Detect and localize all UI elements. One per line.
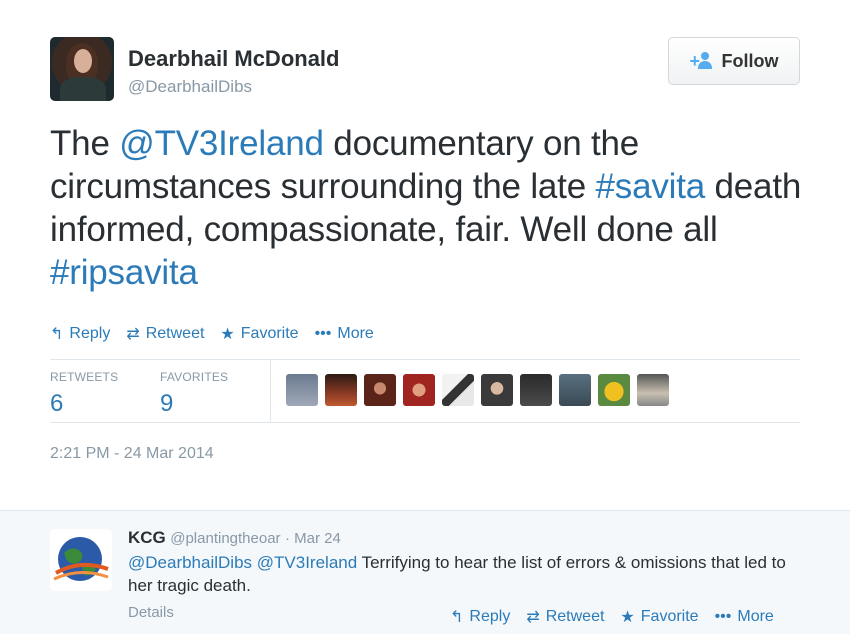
more-label: More [737, 608, 774, 625]
retweets-count: 6 [50, 390, 64, 417]
mention-link-tv3ireland[interactable]: @TV3Ireland [257, 553, 357, 572]
reply-reply-button[interactable]: ↰ Reply [450, 607, 510, 627]
reply-tweet: KCG @plantingtheoar · Mar 24 @DearbhailD… [0, 510, 850, 634]
author-handle[interactable]: @DearbhailDibs [128, 77, 252, 97]
favorite-label: Favorite [640, 608, 699, 625]
mention-link-dearbhaildibs[interactable]: @DearbhailDibs [128, 553, 252, 572]
mention-link-tv3ireland[interactable]: @TV3Ireland [119, 124, 324, 163]
more-button[interactable]: ••• More [315, 324, 374, 344]
tweet-text-part: The [50, 124, 120, 163]
reply-author-handle[interactable]: @plantingtheoar [170, 530, 280, 547]
retweet-label: Retweet [545, 608, 605, 625]
retweet-icon: ⇄ [526, 609, 540, 626]
favoriter-avatar[interactable] [598, 374, 630, 406]
reply-icon: ↰ [50, 326, 64, 343]
favoriter-avatar[interactable] [364, 374, 396, 406]
reply-header: KCG @plantingtheoar · Mar 24 [128, 528, 341, 548]
more-label: More [337, 325, 374, 342]
favoriter-avatar[interactable] [559, 374, 591, 406]
reply-date[interactable]: · Mar 24 [285, 530, 341, 547]
reply-avatar[interactable] [50, 529, 112, 591]
author-avatar[interactable] [50, 37, 114, 101]
tweet-actions: ↰ Reply ⇄ Retweet ★ Favorite ••• More [50, 324, 374, 344]
favorite-label: Favorite [240, 325, 299, 342]
reply-actions: ↰ Reply ⇄ Retweet ★ Favorite ••• More [450, 607, 774, 627]
retweets-stat[interactable]: RETWEETS 6 [50, 370, 160, 418]
tweet-stats: RETWEETS 6 FAVORITES 9 [50, 370, 270, 418]
details-link[interactable]: Details [128, 604, 174, 621]
reply-button[interactable]: ↰ Reply [50, 324, 110, 344]
hashtag-link-savita[interactable]: #savita [596, 167, 706, 206]
add-user-icon: + [690, 52, 714, 70]
author-name[interactable]: Dearbhail McDonald [128, 46, 339, 72]
favoriter-avatar[interactable] [442, 374, 474, 406]
retweet-label: Retweet [145, 325, 205, 342]
favorites-count: 9 [160, 390, 174, 417]
follow-button[interactable]: + Follow [668, 37, 800, 85]
favoriter-avatar[interactable] [403, 374, 435, 406]
divider [50, 422, 800, 423]
favorites-label: FAVORITES [160, 370, 229, 384]
more-dots-icon: ••• [314, 325, 332, 342]
star-icon: ★ [620, 609, 635, 626]
favoriter-avatar[interactable] [520, 374, 552, 406]
retweets-label: RETWEETS [50, 370, 119, 384]
favorite-button[interactable]: ★ Favorite [220, 324, 298, 344]
reply-icon: ↰ [450, 609, 464, 626]
tweet-timestamp[interactable]: 2:21 PM - 24 Mar 2014 [50, 445, 214, 463]
more-dots-icon: ••• [714, 608, 732, 625]
star-icon: ★ [220, 326, 235, 343]
favoriters-avatars [286, 374, 669, 406]
reply-text: @DearbhailDibs @TV3Ireland Terrifying to… [128, 551, 808, 597]
follow-button-label: Follow [721, 50, 779, 71]
reply-more-button[interactable]: ••• More [715, 607, 774, 627]
favoriter-avatar[interactable] [286, 374, 318, 406]
hashtag-link-ripsavita[interactable]: #ripsavita [50, 253, 198, 292]
divider [50, 359, 800, 360]
reply-label: Reply [469, 608, 511, 625]
favoriter-avatar[interactable] [637, 374, 669, 406]
favoriter-avatar[interactable] [325, 374, 357, 406]
reply-favorite-button[interactable]: ★ Favorite [620, 607, 698, 627]
stats-separator [270, 360, 271, 422]
favoriter-avatar[interactable] [481, 374, 513, 406]
reply-retweet-button[interactable]: ⇄ Retweet [526, 607, 604, 627]
reply-label: Reply [69, 325, 111, 342]
favorites-stat[interactable]: FAVORITES 9 [160, 370, 270, 418]
tweet-text: The @TV3Ireland documentary on the circu… [50, 122, 810, 294]
retweet-icon: ⇄ [126, 326, 140, 343]
reply-author-name[interactable]: KCG [128, 528, 166, 547]
retweet-button[interactable]: ⇄ Retweet [126, 324, 204, 344]
